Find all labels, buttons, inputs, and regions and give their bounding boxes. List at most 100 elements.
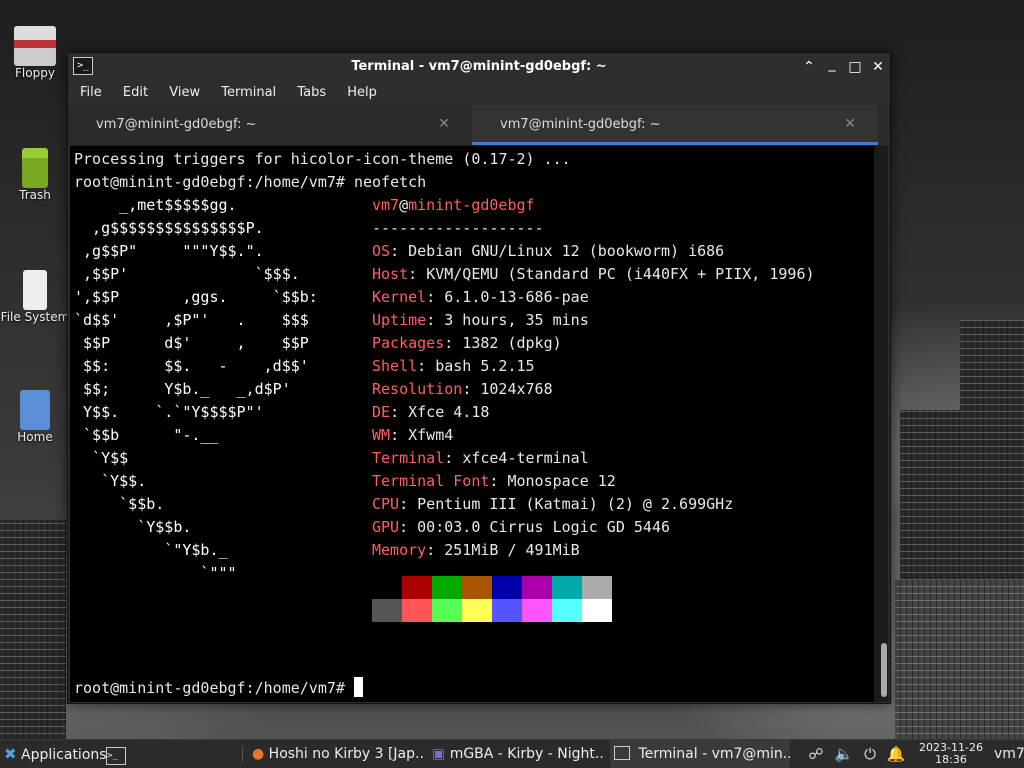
volume-icon[interactable]: 🔈 [834, 744, 854, 764]
at-sign: @ [399, 196, 409, 214]
separator-line: ------------------- [372, 219, 544, 237]
info-line: WM: Xfwm4 [372, 424, 453, 447]
desktop-icon-label: Trash [19, 188, 51, 202]
info-colon: : [399, 495, 418, 513]
tab-bar: vm7@minint-gd0ebgf: ~ ✕ vm7@minint-gd0eb… [68, 105, 890, 146]
desktop-icon-label: File System [0, 310, 70, 324]
color-swatch [522, 599, 552, 622]
menu-edit[interactable]: Edit [118, 81, 153, 105]
minimize-up-icon[interactable]: ⌃ [799, 57, 819, 77]
desktop-icon-filesystem[interactable]: File System [0, 270, 70, 324]
menu-file[interactable]: File [75, 81, 107, 105]
desktop-icon-floppy[interactable]: Floppy [0, 26, 70, 80]
desktop-icon-home[interactable]: Home [0, 390, 70, 444]
minimize-button[interactable]: _ [822, 54, 842, 74]
task-kirby-game[interactable]: ● Hoshi no Kirby 3 [Jap... [252, 740, 424, 768]
notification-bell-icon[interactable]: 🔔 [886, 744, 906, 764]
task-label: Terminal - vm7@min... [638, 746, 790, 762]
info-line: Memory: 251MiB / 491MiB [372, 539, 580, 562]
close-button[interactable]: ✕ [868, 57, 888, 77]
applications-label: Applications [21, 747, 107, 763]
info-colon: : [390, 426, 409, 444]
color-swatch [492, 576, 522, 599]
color-swatch [402, 599, 432, 622]
info-value: Pentium III (Katmai) (2) @ 2.699GHz [417, 495, 734, 513]
info-colon: : [462, 380, 481, 398]
logo-line: `d$$' ,$P"' . $$$ [74, 311, 309, 329]
window-title: Terminal - vm7@minint-gd0ebgf: ~ [351, 59, 607, 74]
info-line: DE: Xfce 4.18 [372, 401, 489, 424]
maximize-button[interactable]: □ [845, 57, 865, 77]
info-value: 1382 (dpkg) [462, 334, 562, 352]
terminal-output[interactable]: Processing triggers for hicolor-icon-the… [70, 146, 876, 702]
network-icon[interactable]: ☍ [806, 744, 826, 764]
logo-line: `"Y$b._ [74, 541, 228, 559]
logo-line: _,met$$$$$gg. [74, 196, 237, 214]
info-colon: : [399, 518, 418, 536]
drive-icon [23, 270, 47, 310]
info-value: KVM/QEMU (Standard PC (i440FX + PIIX, 19… [426, 265, 815, 283]
menu-tabs[interactable]: Tabs [292, 81, 331, 105]
terminal-launcher[interactable]: >_ [106, 740, 130, 768]
info-line: Host: KVM/QEMU (Standard PC (i440FX + PI… [372, 263, 815, 286]
info-value: Monospace 12 [507, 472, 616, 490]
power-icon[interactable]: ⏻ [860, 744, 880, 764]
window-titlebar[interactable]: >_ Terminal - vm7@minint-gd0ebgf: ~ ⌃ _ … [68, 53, 890, 81]
info-line: CPU: Pentium III (Katmai) (2) @ 2.699GHz [372, 493, 733, 516]
info-colon: : [417, 357, 436, 375]
info-line: Packages: 1382 (dpkg) [372, 332, 562, 355]
menu-view[interactable]: View [164, 81, 205, 105]
command-line: root@minint-gd0ebgf:/home/vm7# neofetch [74, 171, 426, 194]
info-key: Terminal [372, 449, 445, 467]
color-swatch [402, 576, 432, 599]
desktop-icon-label: Floppy [15, 66, 55, 80]
logo-line: `Y$$. [74, 472, 147, 490]
info-key: Memory [372, 541, 427, 559]
user: vm7 [372, 196, 400, 214]
info-key: GPU [372, 518, 400, 536]
logo-line: `Y$$ [74, 449, 129, 467]
info-line: Uptime: 3 hours, 35 mins [372, 309, 589, 332]
menubar: File Edit View Terminal Tabs Help [68, 81, 890, 105]
info-line: Shell: bash 5.2.15 [372, 355, 535, 378]
text-cursor [353, 677, 363, 697]
tab-close-icon[interactable]: ✕ [438, 116, 450, 132]
info-value: Xfwm4 [408, 426, 454, 444]
color-swatch [522, 576, 552, 599]
info-colon: : [444, 334, 463, 352]
user-menu[interactable]: vm7 [994, 740, 1024, 768]
desktop-icon-trash[interactable]: Trash [0, 148, 70, 202]
info-value: 6.1.0-13-686-pae [444, 288, 589, 306]
logo-line: $$: $$. - ,d$$' [74, 357, 309, 375]
wallpaper-building [895, 580, 1024, 740]
clock[interactable]: 2023-11-26 18:36 [914, 742, 988, 766]
logo-line: `$$b "-.__ [74, 426, 219, 444]
task-terminal[interactable]: Terminal - vm7@min... [610, 740, 790, 768]
info-key: WM [372, 426, 391, 444]
terminal-scrollbar[interactable] [874, 146, 888, 702]
floppy-icon [14, 26, 56, 66]
applications-menu-button[interactable]: ✖ Applications [4, 740, 107, 768]
info-key: Shell [372, 357, 418, 375]
terminal-launcher-icon: >_ [106, 747, 126, 765]
color-swatch [492, 599, 522, 622]
tab-2[interactable]: vm7@minint-gd0ebgf: ~ ✕ [472, 105, 878, 145]
color-swatch [582, 576, 612, 599]
mgba-icon: ▣ [432, 746, 446, 762]
tab-close-icon[interactable]: ✕ [844, 116, 856, 132]
color-swatch [552, 576, 582, 599]
command: neofetch [353, 173, 427, 191]
logo-line: $$P d$' , $$P [74, 334, 309, 352]
menu-help[interactable]: Help [342, 81, 382, 105]
menu-terminal[interactable]: Terminal [216, 81, 281, 105]
tab-1[interactable]: vm7@minint-gd0ebgf: ~ ✕ [68, 105, 472, 145]
scrollbar-thumb[interactable] [881, 643, 887, 697]
info-value: xfce4-terminal [462, 449, 589, 467]
info-value: Debian GNU/Linux 12 (bookworm) i686 [408, 242, 725, 260]
task-mgba[interactable]: ▣ mGBA - Kirby - Night... [432, 740, 604, 768]
terminal-task-icon [614, 746, 630, 760]
info-key: Kernel [372, 288, 427, 306]
info-colon: : [390, 403, 409, 421]
logo-line: $$; Y$b._ _,d$P' [74, 380, 291, 398]
info-key: Packages [372, 334, 445, 352]
